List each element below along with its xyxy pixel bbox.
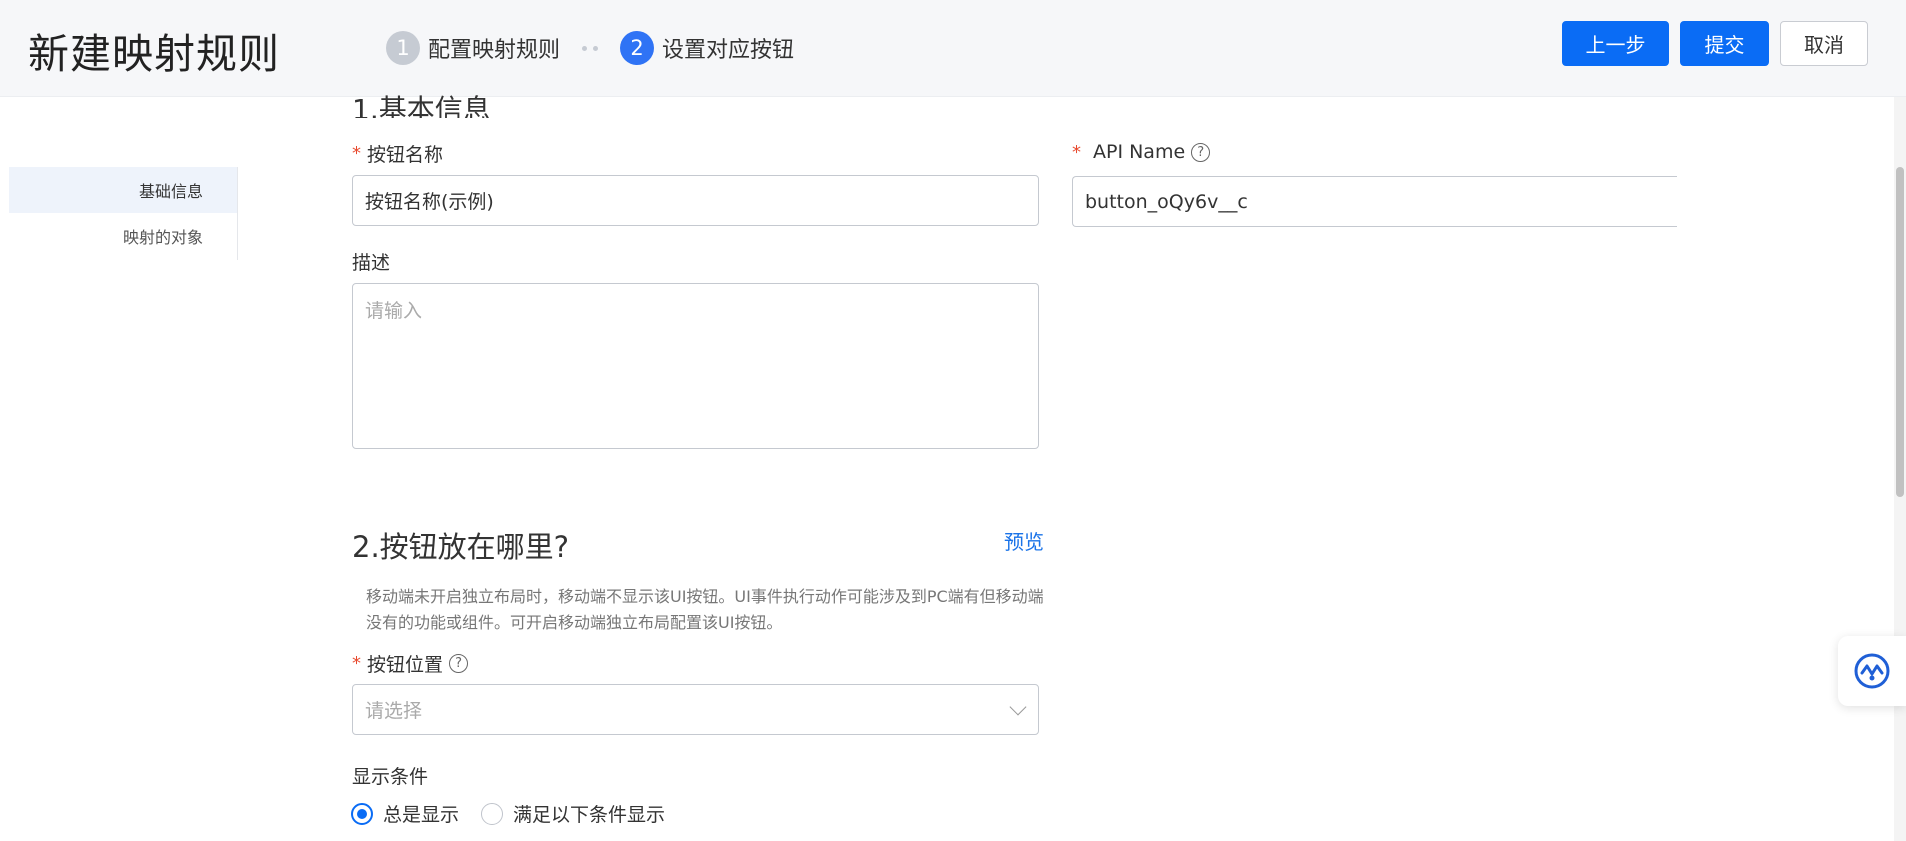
display-condition-radio-group: 总是显示 满足以下条件显示 bbox=[351, 800, 687, 827]
section-nav: 基础信息 映射的对象 bbox=[9, 167, 238, 260]
page-header: 新建映射规则 1 配置映射规则 2 设置对应按钮 上一步 提交 取消 bbox=[0, 0, 1906, 97]
preview-link[interactable]: 预览 bbox=[1004, 526, 1044, 555]
section-2-title: 2.按钮放在哪里? bbox=[352, 530, 570, 564]
display-condition-label: 显示条件 bbox=[352, 766, 429, 788]
required-mark: * bbox=[352, 653, 361, 674]
required-mark: * bbox=[1072, 141, 1081, 163]
scrollbar-thumb[interactable] bbox=[1896, 167, 1904, 497]
step-1-label: 配置映射规则 bbox=[428, 38, 561, 63]
step-1-number: 1 bbox=[386, 31, 420, 65]
stepper: 1 配置映射规则 2 设置对应按钮 bbox=[386, 30, 794, 66]
api-name-input[interactable]: button_oQy6v__c bbox=[1072, 176, 1677, 227]
radio-conditional-show[interactable]: 满足以下条件显示 bbox=[481, 800, 665, 827]
prev-step-button[interactable]: 上一步 bbox=[1562, 21, 1669, 66]
button-name-label: * 按钮名称 bbox=[352, 143, 444, 166]
step-1[interactable]: 1 配置映射规则 bbox=[386, 31, 560, 65]
step-separator bbox=[582, 45, 599, 51]
position-placeholder: 请选择 bbox=[365, 700, 423, 722]
description-textarea[interactable]: 请输入 bbox=[352, 283, 1039, 449]
button-position-select[interactable]: 请选择 bbox=[352, 684, 1039, 735]
radio-checked-icon bbox=[351, 802, 373, 825]
submit-button[interactable]: 提交 bbox=[1680, 21, 1769, 66]
page-title: 新建映射规则 bbox=[28, 30, 280, 78]
button-position-label: * 按钮位置 ? bbox=[352, 650, 469, 677]
radio-always-show[interactable]: 总是显示 bbox=[351, 800, 459, 827]
description-label: 描述 bbox=[352, 252, 391, 274]
step-2-label: 设置对应按钮 bbox=[662, 38, 795, 63]
chevron-down-icon bbox=[1009, 698, 1027, 715]
page-scrollbar[interactable] bbox=[1894, 97, 1906, 841]
nav-item-mapped-object[interactable]: 映射的对象 bbox=[9, 213, 237, 259]
radio-unchecked-icon bbox=[481, 802, 504, 825]
required-mark: * bbox=[352, 143, 361, 164]
nav-item-basic-info[interactable]: 基础信息 bbox=[9, 167, 237, 213]
button-name-input[interactable]: 按钮名称(示例) bbox=[352, 175, 1039, 226]
help-icon[interactable]: ? bbox=[449, 654, 469, 673]
step-2-number: 2 bbox=[620, 31, 655, 65]
assistant-float-button[interactable] bbox=[1838, 636, 1906, 706]
description-placeholder: 请输入 bbox=[365, 300, 423, 322]
section-1-title: 1.基本信息 bbox=[352, 93, 491, 118]
assistant-icon bbox=[1854, 653, 1890, 689]
cancel-button[interactable]: 取消 bbox=[1780, 21, 1868, 66]
mobile-layout-hint: 移动端未开启独立布局时，移动端不显示该UI按钮。UI事件执行动作可能涉及到PC端… bbox=[366, 587, 1044, 632]
help-icon[interactable]: ? bbox=[1191, 142, 1211, 162]
api-name-label: * API Name ? bbox=[1072, 141, 1211, 163]
step-2[interactable]: 2 设置对应按钮 bbox=[620, 31, 794, 65]
